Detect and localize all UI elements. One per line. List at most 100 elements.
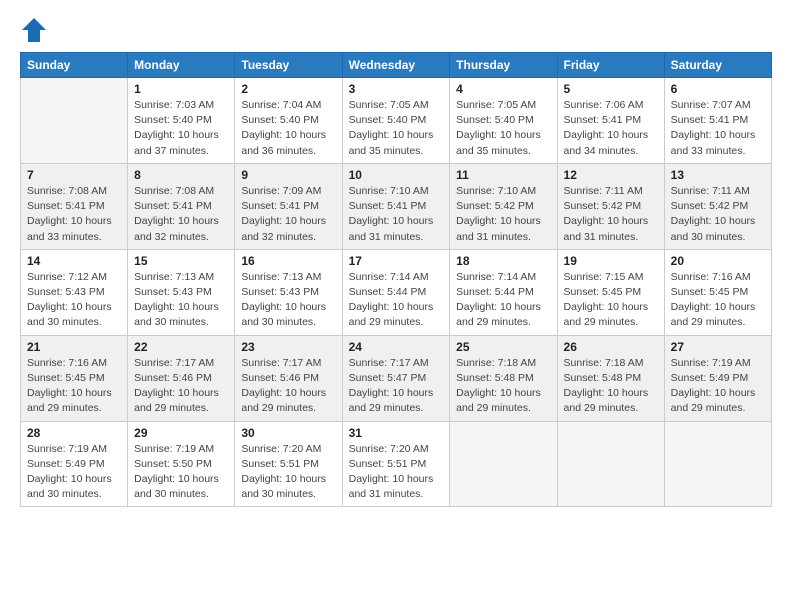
calendar-header-wednesday: Wednesday <box>342 53 450 78</box>
calendar-header-row: SundayMondayTuesdayWednesdayThursdayFrid… <box>21 53 772 78</box>
calendar-header-tuesday: Tuesday <box>235 53 342 78</box>
calendar-cell: 19 Sunrise: 7:15 AMSunset: 5:45 PMDayligh… <box>557 249 664 335</box>
calendar-cell: 24Sunrise: 7:17 AMSunset: 5:47 PMDayligh… <box>342 335 450 421</box>
day-info: Sunrise: 7:05 AMSunset: 5:40 PMDaylight:… <box>349 98 444 159</box>
calendar-cell: 15 Sunrise: 7:13 AMSunset: 5:43 PMDayligh… <box>128 249 235 335</box>
calendar-header-thursday: Thursday <box>450 53 557 78</box>
calendar-cell: 29 Sunrise: 7:19 AMSunset: 5:50 PMDayligh… <box>128 421 235 507</box>
calendar-cell: 23 Sunrise: 7:17 AMSunset: 5:46 PMDayligh… <box>235 335 342 421</box>
calendar-cell: 26 Sunrise: 7:18 AMSunset: 5:48 PMDayligh… <box>557 335 664 421</box>
day-number: 11 <box>456 168 550 182</box>
day-info: Sunrise: 7:18 AMSunset: 5:48 PMDaylight:… <box>564 356 658 417</box>
day-number: 16 <box>241 254 335 268</box>
day-info: Sunrise: 7:04 AMSunset: 5:40 PMDaylight:… <box>241 98 335 159</box>
day-info: Sunrise: 7:06 AMSunset: 5:41 PMDaylight:… <box>564 98 658 159</box>
calendar-cell: 18 Sunrise: 7:14 AMSunset: 5:44 PMDayligh… <box>450 249 557 335</box>
day-number: 26 <box>564 340 658 354</box>
day-number: 8 <box>134 168 228 182</box>
calendar-cell: 1 Sunrise: 7:03 AMSunset: 5:40 PMDaylight… <box>128 78 235 164</box>
day-number: 4 <box>456 82 550 96</box>
day-number: 7 <box>27 168 121 182</box>
day-number: 17 <box>349 254 444 268</box>
calendar-header-saturday: Saturday <box>664 53 771 78</box>
day-number: 29 <box>134 426 228 440</box>
calendar-table: SundayMondayTuesdayWednesdayThursdayFrid… <box>20 52 772 507</box>
day-number: 21 <box>27 340 121 354</box>
calendar-cell <box>21 78 128 164</box>
day-info: Sunrise: 7:17 AMSunset: 5:46 PMDaylight:… <box>241 356 335 417</box>
day-number: 15 <box>134 254 228 268</box>
day-info: Sunrise: 7:14 AMSunset: 5:44 PMDaylight:… <box>456 270 550 331</box>
day-info: Sunrise: 7:12 AMSunset: 5:43 PMDaylight:… <box>27 270 121 331</box>
day-info: Sunrise: 7:05 AMSunset: 5:40 PMDaylight:… <box>456 98 550 159</box>
calendar-cell: 16 Sunrise: 7:13 AMSunset: 5:43 PMDayligh… <box>235 249 342 335</box>
day-info: Sunrise: 7:09 AMSunset: 5:41 PMDaylight:… <box>241 184 335 245</box>
day-info: Sunrise: 7:16 AMSunset: 5:45 PMDaylight:… <box>671 270 765 331</box>
day-number: 5 <box>564 82 658 96</box>
day-info: Sunrise: 7:19 AMSunset: 5:49 PMDaylight:… <box>27 442 121 503</box>
day-info: Sunrise: 7:20 AMSunset: 5:51 PMDaylight:… <box>241 442 335 503</box>
day-info: Sunrise: 7:17 AMSunset: 5:46 PMDaylight:… <box>134 356 228 417</box>
calendar-week-row: 14 Sunrise: 7:12 AMSunset: 5:43 PMDayligh… <box>21 249 772 335</box>
day-number: 6 <box>671 82 765 96</box>
day-number: 12 <box>564 168 658 182</box>
calendar-cell: 31 Sunrise: 7:20 AMSunset: 5:51 PMDayligh… <box>342 421 450 507</box>
day-info: Sunrise: 7:19 AMSunset: 5:49 PMDaylight:… <box>671 356 765 417</box>
calendar-cell: 28 Sunrise: 7:19 AMSunset: 5:49 PMDayligh… <box>21 421 128 507</box>
day-info: Sunrise: 7:20 AMSunset: 5:51 PMDaylight:… <box>349 442 444 503</box>
logo-icon <box>20 16 48 44</box>
day-number: 1 <box>134 82 228 96</box>
calendar-cell: 7Sunrise: 7:08 AMSunset: 5:41 PMDaylight… <box>21 163 128 249</box>
day-number: 22 <box>134 340 228 354</box>
header <box>20 16 772 44</box>
calendar-cell: 13 Sunrise: 7:11 AMSunset: 5:42 PMDayligh… <box>664 163 771 249</box>
calendar-cell: 25Sunrise: 7:18 AMSunset: 5:48 PMDayligh… <box>450 335 557 421</box>
day-number: 10 <box>349 168 444 182</box>
calendar-cell: 6 Sunrise: 7:07 AMSunset: 5:41 PMDaylight… <box>664 78 771 164</box>
calendar-week-row: 7 Sunrise: 7:08 AMSunset: 5:41 PMDaylight… <box>21 163 772 249</box>
day-info: Sunrise: 7:07 AMSunset: 5:41 PMDaylight:… <box>671 98 765 159</box>
day-number: 3 <box>349 82 444 96</box>
day-info: Sunrise: 7:10 AMSunset: 5:42 PMDaylight:… <box>456 184 550 245</box>
day-number: 9 <box>241 168 335 182</box>
calendar-cell: 12 Sunrise: 7:11 AMSunset: 5:42 PMDayligh… <box>557 163 664 249</box>
day-number: 18 <box>456 254 550 268</box>
day-number: 31 <box>349 426 444 440</box>
day-number: 23 <box>241 340 335 354</box>
calendar-cell: 21Sunrise: 7:16 AMSunset: 5:45 PMDayligh… <box>21 335 128 421</box>
calendar-header-friday: Friday <box>557 53 664 78</box>
calendar-week-row: 28 Sunrise: 7:19 AMSunset: 5:49 PMDayligh… <box>21 421 772 507</box>
day-number: 24 <box>349 340 444 354</box>
day-info: Sunrise: 7:19 AMSunset: 5:50 PMDaylight:… <box>134 442 228 503</box>
day-info: Sunrise: 7:15 AMSunset: 5:45 PMDaylight:… <box>564 270 658 331</box>
calendar-header-monday: Monday <box>128 53 235 78</box>
calendar-week-row: 21Sunrise: 7:16 AMSunset: 5:45 PMDayligh… <box>21 335 772 421</box>
calendar-cell: 4 Sunrise: 7:05 AMSunset: 5:40 PMDaylight… <box>450 78 557 164</box>
calendar-cell <box>664 421 771 507</box>
day-number: 13 <box>671 168 765 182</box>
day-number: 28 <box>27 426 121 440</box>
logo <box>20 16 52 44</box>
day-number: 19 <box>564 254 658 268</box>
day-info: Sunrise: 7:11 AMSunset: 5:42 PMDaylight:… <box>564 184 658 245</box>
calendar-cell: 8 Sunrise: 7:08 AMSunset: 5:41 PMDaylight… <box>128 163 235 249</box>
calendar-week-row: 1 Sunrise: 7:03 AMSunset: 5:40 PMDaylight… <box>21 78 772 164</box>
day-info: Sunrise: 7:08 AMSunset: 5:41 PMDaylight:… <box>134 184 228 245</box>
day-info: Sunrise: 7:13 AMSunset: 5:43 PMDaylight:… <box>134 270 228 331</box>
day-info: Sunrise: 7:11 AMSunset: 5:42 PMDaylight:… <box>671 184 765 245</box>
day-info: Sunrise: 7:14 AMSunset: 5:44 PMDaylight:… <box>349 270 444 331</box>
day-info: Sunrise: 7:03 AMSunset: 5:40 PMDaylight:… <box>134 98 228 159</box>
day-number: 25 <box>456 340 550 354</box>
calendar-cell: 20Sunrise: 7:16 AMSunset: 5:45 PMDayligh… <box>664 249 771 335</box>
day-number: 14 <box>27 254 121 268</box>
day-number: 30 <box>241 426 335 440</box>
calendar-cell: 22 Sunrise: 7:17 AMSunset: 5:46 PMDayligh… <box>128 335 235 421</box>
day-number: 27 <box>671 340 765 354</box>
day-info: Sunrise: 7:13 AMSunset: 5:43 PMDaylight:… <box>241 270 335 331</box>
calendar-cell <box>557 421 664 507</box>
page-container: SundayMondayTuesdayWednesdayThursdayFrid… <box>0 0 792 517</box>
day-info: Sunrise: 7:10 AMSunset: 5:41 PMDaylight:… <box>349 184 444 245</box>
calendar-cell: 11 Sunrise: 7:10 AMSunset: 5:42 PMDayligh… <box>450 163 557 249</box>
calendar-cell: 14 Sunrise: 7:12 AMSunset: 5:43 PMDayligh… <box>21 249 128 335</box>
calendar-cell <box>450 421 557 507</box>
